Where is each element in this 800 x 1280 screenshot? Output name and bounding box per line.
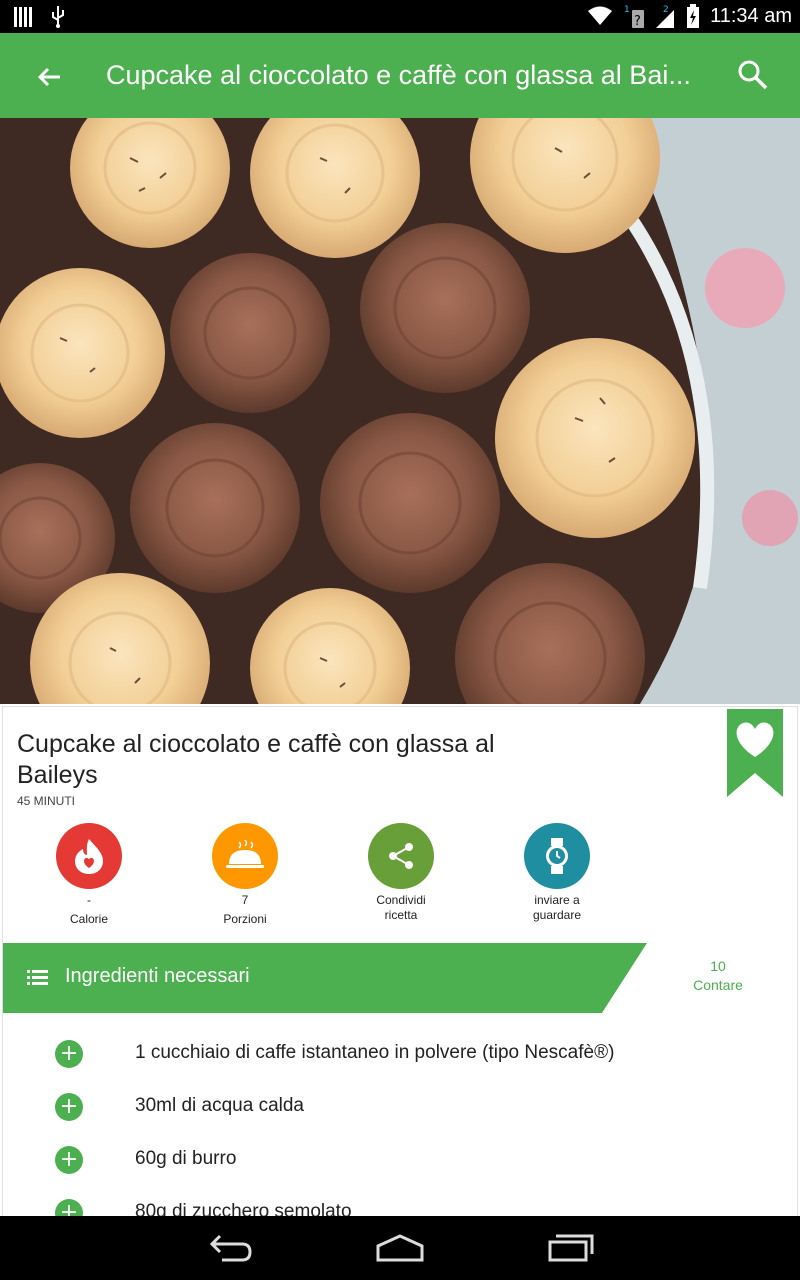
share-icon[interactable] (368, 823, 434, 889)
battery-charging-icon (687, 4, 700, 28)
barcode-icon (14, 7, 32, 27)
servings-label: Porzioni (223, 912, 267, 926)
ingredients-count-label: Contare (693, 977, 743, 993)
watch-icon[interactable] (524, 823, 590, 889)
calorie-action: - Calorie (29, 823, 149, 927)
search-icon[interactable] (735, 57, 771, 93)
add-ingredient-button[interactable]: + (55, 1093, 83, 1121)
back-nav-icon[interactable] (204, 1230, 254, 1264)
calorie-value: - (87, 893, 91, 907)
ingredient-text: 60g di burro (135, 1148, 237, 1169)
favorite-bookmark-icon[interactable] (727, 709, 783, 797)
servings-value: 7 (241, 893, 249, 907)
ingredient-item: + 1 cucchiaio di caffe istantaneo in pol… (3, 1040, 799, 1093)
ingredients-count: 10 Contare (643, 957, 793, 995)
ingredients-header: Ingredienti necessari 10 Contare (3, 943, 799, 1013)
flame-heart-icon (56, 823, 122, 889)
add-ingredient-button[interactable]: + (55, 1146, 83, 1174)
servings-action: 7 Porzioni (185, 823, 305, 927)
svg-text:?: ? (634, 14, 641, 28)
share-action[interactable]: Condividi ricetta (341, 823, 461, 923)
add-ingredient-button[interactable]: + (55, 1040, 83, 1068)
app-bar: Cupcake al cioccolato e caffè con glassa… (0, 33, 800, 118)
svg-text:2: 2 (663, 5, 669, 15)
calorie-label: Calorie (69, 912, 108, 926)
ingredient-item: + 30ml di acqua calda (3, 1093, 799, 1146)
navigation-bar (0, 1216, 800, 1280)
send-to-watch-action[interactable]: inviare a guardare (497, 823, 617, 923)
list-icon (27, 970, 48, 985)
recents-nav-icon[interactable] (546, 1230, 596, 1264)
status-time: 11:34 am (710, 4, 792, 27)
home-nav-icon[interactable] (374, 1230, 426, 1264)
usb-icon (52, 6, 64, 28)
back-arrow-icon[interactable] (30, 57, 70, 97)
ingredient-text: 30ml di acqua calda (135, 1095, 304, 1116)
ingredients-count-value: 10 (710, 958, 726, 974)
ingredient-item: + 60g di burro (3, 1146, 799, 1199)
recipe-time: 45 MINUTI (17, 794, 76, 808)
appbar-title: Cupcake al cioccolato e caffè con glassa… (106, 60, 691, 90)
send-to-watch-label: inviare a guardare (532, 893, 582, 922)
wifi-icon (588, 6, 613, 25)
sim-unknown-icon: 1? (624, 5, 645, 28)
recipe-card: Cupcake al cioccolato e caffè con glassa… (2, 706, 799, 1227)
share-label: Condividi ricetta (376, 893, 426, 922)
status-bar: 1? 2 11:34 am (0, 0, 800, 33)
recipe-photo (0, 118, 800, 704)
ingredient-text: 1 cucchiaio di caffe istantaneo in polve… (135, 1042, 615, 1063)
recipe-title: Cupcake al cioccolato e caffè con glassa… (17, 730, 495, 789)
ingredients-title: Ingredienti necessari (65, 965, 250, 987)
serving-dish-icon (212, 823, 278, 889)
svg-text:1: 1 (624, 5, 630, 15)
signal-icon: 2 (656, 5, 675, 28)
